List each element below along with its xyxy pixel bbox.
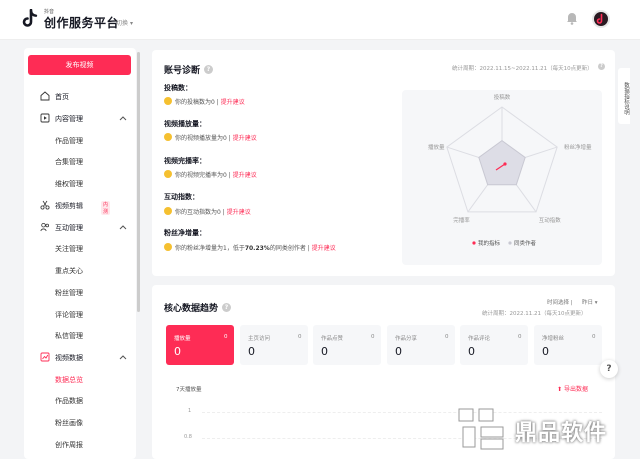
watermark-text: 鼎品软件 [515, 421, 608, 446]
bell-icon[interactable] [566, 11, 578, 25]
floating-help-button[interactable]: ? [600, 360, 618, 378]
legend-peer-label: 同类作者 [514, 239, 537, 247]
avatar-logo-icon [596, 13, 603, 24]
caret-down-icon: ▾ [129, 20, 133, 27]
beta-badge: 内测 [101, 201, 111, 215]
diagnosis-text-completion: 你的视频完播率为0 | 提升建议 [164, 170, 257, 179]
sidebar-item-care[interactable]: 重点关心 [55, 266, 83, 276]
sidebar-item-rights[interactable]: 维权管理 [55, 179, 83, 189]
watermark: 鼎品软件 [455, 403, 635, 455]
switch-dropdown[interactable]: 切换 ▾ [116, 18, 133, 27]
radar-chart: 投稿数粉丝净增量互动指数 完播率 播放量我的指标 同类作者 [428, 93, 592, 247]
y-tick-label: 1 [188, 408, 192, 414]
sidebar-item-messages[interactable]: 私信管理 [55, 331, 83, 341]
metric-card-new-fans[interactable]: 净增粉丝 0 0 [534, 325, 602, 365]
sad-face-icon [164, 97, 172, 105]
diagnosis-text-plays: 你的视频播放量为0 | 提升建议 [164, 133, 257, 142]
trend-period: 统计周期：2022.11.21（每天10点更新） [482, 311, 587, 317]
diagnosis-text-posts: 你的投稿数为0 | 提升建议 [164, 97, 245, 106]
radar-chart-panel: 投稿数粉丝净增量互动指数 完播率 播放量我的指标 同类作者 [402, 90, 602, 265]
radar-axis-label: 投稿数 [494, 93, 511, 101]
diagnosis-text-fans: 你的粉丝净增量为1，低于70.23%的同类创作者 | 提升建议 [164, 243, 336, 252]
sidebar: 发布视频 首页 内容管理 作品管理 合集管理 维权管理 视频剪辑 内测 互动管理… [24, 48, 136, 459]
sidebar-item-label: 视频数据 [55, 354, 83, 362]
sidebar-item-label: 内容管理 [55, 115, 83, 123]
chevron-up-icon[interactable] [119, 115, 127, 121]
user-avatar[interactable] [592, 10, 610, 28]
sidebar-item-label: 互动管理 [55, 224, 83, 232]
chevron-up-icon[interactable] [119, 224, 127, 230]
y-tick-label: 0.8 [184, 434, 192, 440]
legend-my-marker [472, 241, 476, 245]
sad-face-icon [164, 243, 172, 251]
diagnosis-label-posts: 投稿数： [164, 84, 192, 92]
metric-card-likes[interactable]: 作品点赞 0 0 [313, 325, 381, 365]
watermark-logo-icon [458, 408, 504, 450]
diagnosis-label-completion: 视频完播率： [164, 157, 206, 165]
radar-my-series-point [503, 162, 507, 166]
sidebar-scrollbar[interactable] [137, 52, 140, 312]
trend-title: 核心数据趋势 [164, 304, 219, 314]
sidebar-item-follow[interactable]: 关注管理 [55, 244, 83, 254]
caret-down-icon: ▾ [594, 300, 598, 306]
platform-title[interactable]: 创作服务平台 [44, 14, 119, 31]
legend-peer-marker [508, 241, 512, 245]
metric-card-homepage-visits[interactable]: 主页访问 0 0 [240, 325, 308, 365]
radar-axis-label: 播放量 [428, 143, 445, 151]
legend-my-label: 我的指标 [478, 239, 501, 247]
sad-face-icon [164, 170, 172, 178]
improve-link[interactable]: 提升建议 [233, 172, 257, 179]
douyin-logo-icon[interactable] [22, 9, 38, 29]
chart-title: 7天播放量 [176, 387, 202, 393]
sidebar-item-weekly-report[interactable]: 创作周报 [55, 440, 83, 450]
improve-link[interactable]: 提升建议 [233, 135, 257, 142]
radar-axis-label: 粉丝净增量 [564, 143, 592, 151]
metric-card-comments[interactable]: 作品评论 0 0 [460, 325, 528, 365]
sad-face-icon [164, 133, 172, 141]
chevron-up-icon[interactable] [119, 354, 127, 360]
users-icon [40, 223, 49, 232]
diagnosis-text-interaction: 你的互动指数为0 | 提升建议 [164, 207, 251, 216]
diagnosis-label-fans: 粉丝净增量： [164, 229, 206, 237]
metric-card-shares[interactable]: 作品分享 0 0 [387, 325, 455, 365]
publish-video-button[interactable]: 发布视频 [28, 55, 131, 75]
account-diagnosis-card: 账号诊断 ? 统计周期：2022.11.15~2022.11.21（每天10点更… [152, 50, 615, 276]
sidebar-item-fan-profile[interactable]: 粉丝画像 [55, 418, 83, 428]
help-circle-icon[interactable]: ? [204, 65, 213, 74]
diagnosis-period: 统计周期：2022.11.15~2022.11.21（每天10点更新） [452, 66, 593, 72]
metrics-explanation-tab[interactable]: 数据指标说明 [618, 68, 630, 124]
top-bar: 抖音 创作服务平台 切换 ▾ [0, 0, 640, 40]
radar-axis-label: 互动指数 [539, 216, 562, 224]
sidebar-item-collection[interactable]: 合集管理 [55, 157, 83, 167]
sidebar-item-label: 首页 [55, 93, 69, 101]
info-icon[interactable]: ? [598, 63, 605, 70]
scissors-icon [40, 200, 50, 210]
sidebar-item-works-data[interactable]: 作品数据 [55, 396, 83, 406]
diagnosis-label-plays: 视频播放量： [164, 120, 206, 128]
diagnosis-label-interaction: 互动指数： [164, 193, 199, 201]
help-circle-icon[interactable]: ? [222, 303, 231, 312]
sidebar-item-fans[interactable]: 粉丝管理 [55, 288, 83, 298]
time-select-label: 时间选择 | [547, 300, 573, 306]
radar-axis-label: 完播率 [453, 216, 470, 224]
sidebar-item-comments[interactable]: 评论管理 [55, 310, 83, 320]
improve-link[interactable]: 提升建议 [227, 209, 251, 216]
play-square-icon [40, 113, 50, 123]
switch-label: 切换 [116, 20, 129, 27]
sidebar-item-works[interactable]: 作品管理 [55, 136, 83, 146]
home-icon [40, 91, 50, 101]
metric-card-plays[interactable]: 播放量 0 0 [166, 325, 234, 365]
export-icon: ⬆ [557, 386, 563, 393]
time-select-dropdown[interactable]: 昨日 ▾ [582, 298, 598, 306]
sidebar-item-label: 视频剪辑 [55, 202, 83, 210]
sad-face-icon [164, 207, 172, 215]
improve-link[interactable]: 提升建议 [221, 99, 245, 106]
export-data-button[interactable]: ⬆ 导出数据 [557, 384, 588, 393]
diagnosis-title: 账号诊断 [164, 66, 201, 76]
radar-peer-area [478, 140, 526, 186]
sidebar-item-data-overview[interactable]: 数据总览 [55, 375, 83, 385]
chart-icon [40, 352, 50, 362]
improve-link[interactable]: 提升建议 [312, 245, 336, 252]
